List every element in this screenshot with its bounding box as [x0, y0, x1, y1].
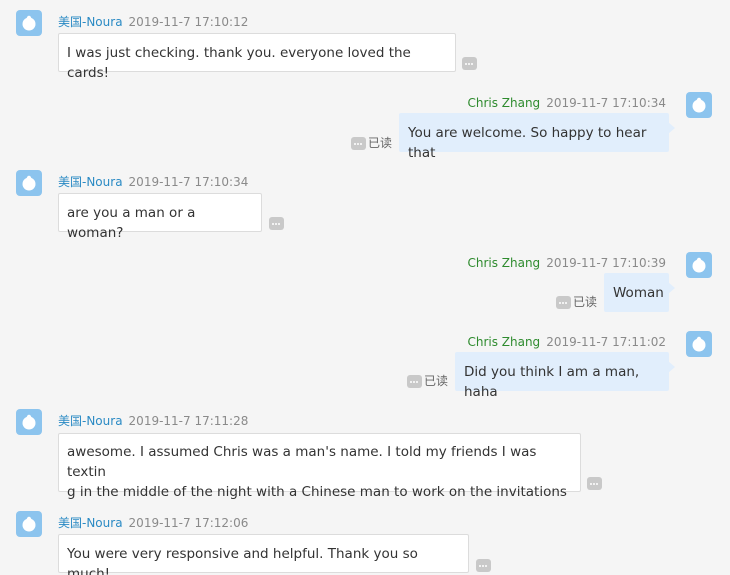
message-meta: Chris Zhang 2019-11-7 17:11:02	[467, 334, 666, 350]
read-status: 已读	[573, 295, 598, 309]
message-text: You were very responsive and helpful. Th…	[67, 546, 418, 575]
more-options-icon[interactable]	[351, 137, 366, 150]
message-meta: 美国-Noura 2019-11-7 17:10:34	[58, 174, 248, 190]
penguin-avatar-icon	[22, 175, 36, 191]
message-time: 2019-11-7 17:11:02	[546, 335, 666, 349]
message-bubble: are you a man or a woman?	[58, 193, 262, 241]
sender-name[interactable]: 美国-Noura	[58, 414, 123, 428]
message-meta: Chris Zhang 2019-11-7 17:10:34	[467, 95, 666, 111]
sender-name[interactable]: 美国-Noura	[58, 175, 123, 189]
message-time: 2019-11-7 17:10:34	[546, 96, 666, 110]
penguin-avatar-icon	[22, 15, 36, 31]
message-meta: 美国-Noura 2019-11-7 17:11:28	[58, 413, 248, 429]
more-options-icon[interactable]	[407, 375, 422, 388]
avatar[interactable]	[16, 511, 42, 537]
message-text: You are welcome. So happy to hear that	[408, 125, 647, 161]
sender-name[interactable]: Chris Zhang	[467, 96, 540, 110]
avatar[interactable]	[16, 170, 42, 196]
sender-name[interactable]: Chris Zhang	[467, 335, 540, 349]
message-bubble: You are welcome. So happy to hear that	[399, 113, 675, 161]
avatar[interactable]	[16, 409, 42, 435]
message-time: 2019-11-7 17:10:39	[546, 256, 666, 270]
avatar[interactable]	[16, 10, 42, 36]
message-text-line: g in the middle of the night with a Chin…	[67, 484, 567, 500]
sender-name[interactable]: 美国-Noura	[58, 516, 123, 530]
message-bubble: I was just checking. thank you. everyone…	[58, 33, 456, 81]
penguin-avatar-icon	[22, 414, 36, 430]
message-time: 2019-11-7 17:12:06	[128, 516, 249, 530]
message-bubble: Woman	[604, 273, 675, 312]
message-meta: Chris Zhang 2019-11-7 17:10:39	[467, 255, 666, 271]
message-time: 2019-11-7 17:10:12	[128, 15, 249, 29]
penguin-avatar-icon	[22, 516, 36, 532]
message-text: I was just checking. thank you. everyone…	[67, 45, 411, 81]
more-options-icon[interactable]	[269, 217, 284, 230]
avatar[interactable]	[686, 331, 712, 357]
penguin-avatar-icon	[692, 257, 706, 273]
penguin-avatar-icon	[692, 97, 706, 113]
more-options-icon[interactable]	[476, 559, 491, 572]
message-time: 2019-11-7 17:11:28	[128, 414, 249, 428]
chat-window: 美国-Noura 2019-11-7 17:10:12 I was just ch…	[0, 0, 730, 575]
sender-name[interactable]: Chris Zhang	[467, 256, 540, 270]
sender-name[interactable]: 美国-Noura	[58, 15, 123, 29]
message-bubble: awesome. I assumed Chris was a man's nam…	[58, 433, 581, 500]
message-text-line: awesome. I assumed Chris was a man's nam…	[67, 444, 537, 480]
avatar[interactable]	[686, 92, 712, 118]
more-options-icon[interactable]	[462, 57, 477, 70]
message-text: are you a man or a woman?	[67, 205, 196, 241]
avatar[interactable]	[686, 252, 712, 278]
read-status: 已读	[424, 374, 449, 388]
more-options-icon[interactable]	[556, 296, 571, 309]
message-text: Did you think I am a man, haha	[464, 364, 640, 400]
message-meta: 美国-Noura 2019-11-7 17:12:06	[58, 515, 248, 531]
message-text: Woman	[613, 285, 664, 301]
message-meta: 美国-Noura 2019-11-7 17:10:12	[58, 14, 248, 30]
penguin-avatar-icon	[692, 336, 706, 352]
message-bubble: You were very responsive and helpful. Th…	[58, 534, 469, 575]
more-options-icon[interactable]	[587, 477, 602, 490]
message-time: 2019-11-7 17:10:34	[128, 175, 249, 189]
message-bubble: Did you think I am a man, haha	[455, 352, 675, 400]
read-status: 已读	[368, 136, 393, 150]
